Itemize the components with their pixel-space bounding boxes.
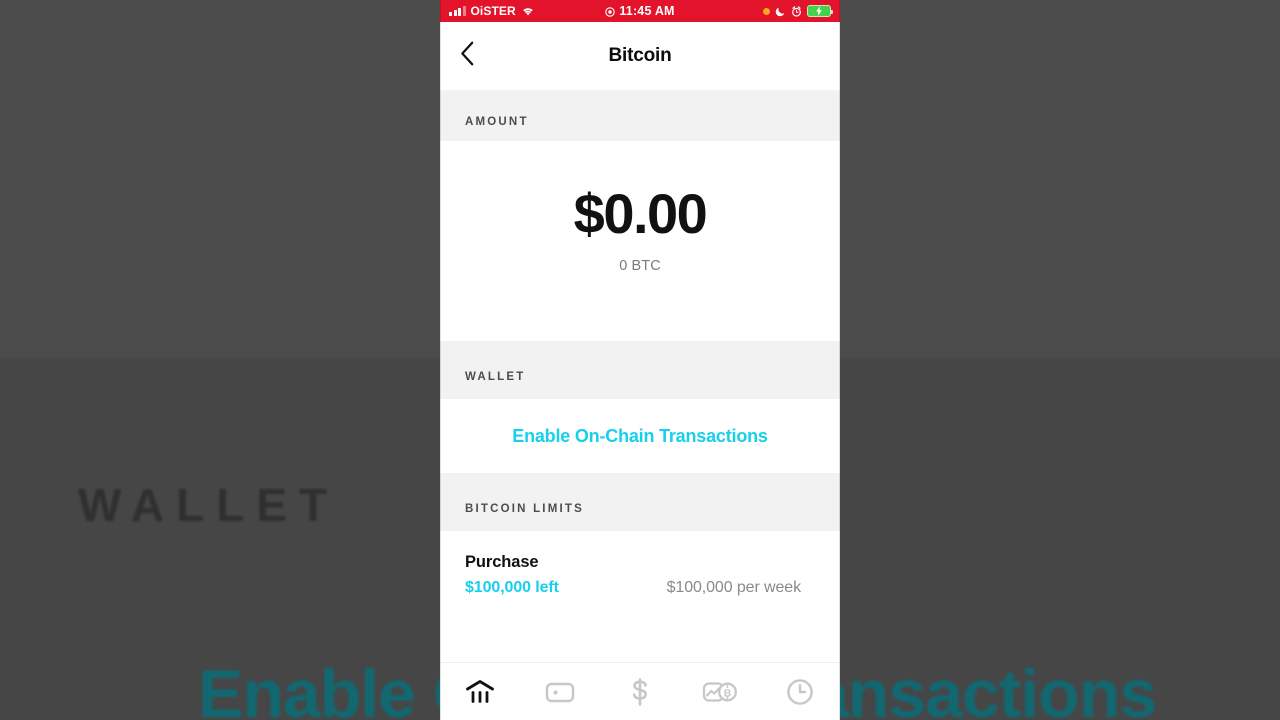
signal-bars-icon <box>449 6 466 16</box>
nav-header: Bitcoin <box>440 22 840 90</box>
investing-bitcoin-icon: B <box>702 679 738 705</box>
section-header-bitcoin-limits: BITCOIN LIMITS <box>440 473 840 531</box>
tab-investing[interactable]: B <box>680 663 760 720</box>
section-header-amount: AMOUNT <box>440 90 840 141</box>
limit-title: Purchase <box>465 553 539 571</box>
card-icon <box>545 680 575 704</box>
bank-icon <box>465 679 495 705</box>
chevron-left-icon <box>460 41 475 71</box>
tab-card[interactable] <box>520 663 600 720</box>
ios-status-bar: OiSTER 11:45 AM <box>440 0 840 22</box>
dollar-sign-icon <box>629 677 651 707</box>
content-scroll[interactable]: AMOUNT $0.00 0 BTC WALLET Enable On-Chai… <box>440 90 840 662</box>
phone-left-edge <box>440 0 441 720</box>
backdrop-wallet-text: WALLET <box>78 479 340 531</box>
alarm-clock-icon <box>791 5 802 17</box>
limit-cap: $100,000 per week <box>666 579 802 596</box>
clock-icon <box>786 678 814 706</box>
screen: WALLET Enable On-Chain Transactions OiST… <box>0 0 1280 720</box>
amount-btc-value: 0 BTC <box>619 258 661 274</box>
limit-meta: $100,000 left $100,000 per week <box>465 579 815 597</box>
page-title: Bitcoin <box>608 45 672 66</box>
tab-activity[interactable] <box>760 663 840 720</box>
tab-banking[interactable] <box>440 663 520 720</box>
battery-charging-icon <box>807 5 833 17</box>
orange-dot-icon <box>763 7 770 15</box>
tab-payments[interactable] <box>600 663 680 720</box>
phone-right-edge <box>839 0 840 720</box>
section-header-wallet: WALLET <box>440 341 840 399</box>
moon-do-not-disturb-icon <box>775 6 786 17</box>
enable-on-chain-transactions-label: Enable On-Chain Transactions <box>512 425 768 446</box>
location-services-icon <box>605 6 616 17</box>
amount-display[interactable]: $0.00 0 BTC <box>440 141 840 341</box>
amount-fiat-value: $0.00 <box>573 182 708 245</box>
back-button[interactable] <box>440 22 494 90</box>
phone-viewport: OiSTER 11:45 AM Bitcoin AMOUNT $0.00 0 B… <box>440 0 840 720</box>
carrier-label: OiSTER <box>470 4 516 18</box>
bottom-tab-bar: B <box>440 662 840 720</box>
limit-row-purchase[interactable]: Purchase $100,000 left $100,000 per week <box>440 531 840 597</box>
limit-remaining: $100,000 left <box>465 579 559 596</box>
status-bar-time: 11:45 AM <box>619 4 675 18</box>
status-bar-left: OiSTER <box>449 4 535 18</box>
status-bar-right <box>763 5 833 17</box>
enable-on-chain-transactions-row[interactable]: Enable On-Chain Transactions <box>440 399 840 473</box>
wifi-icon <box>521 6 535 17</box>
